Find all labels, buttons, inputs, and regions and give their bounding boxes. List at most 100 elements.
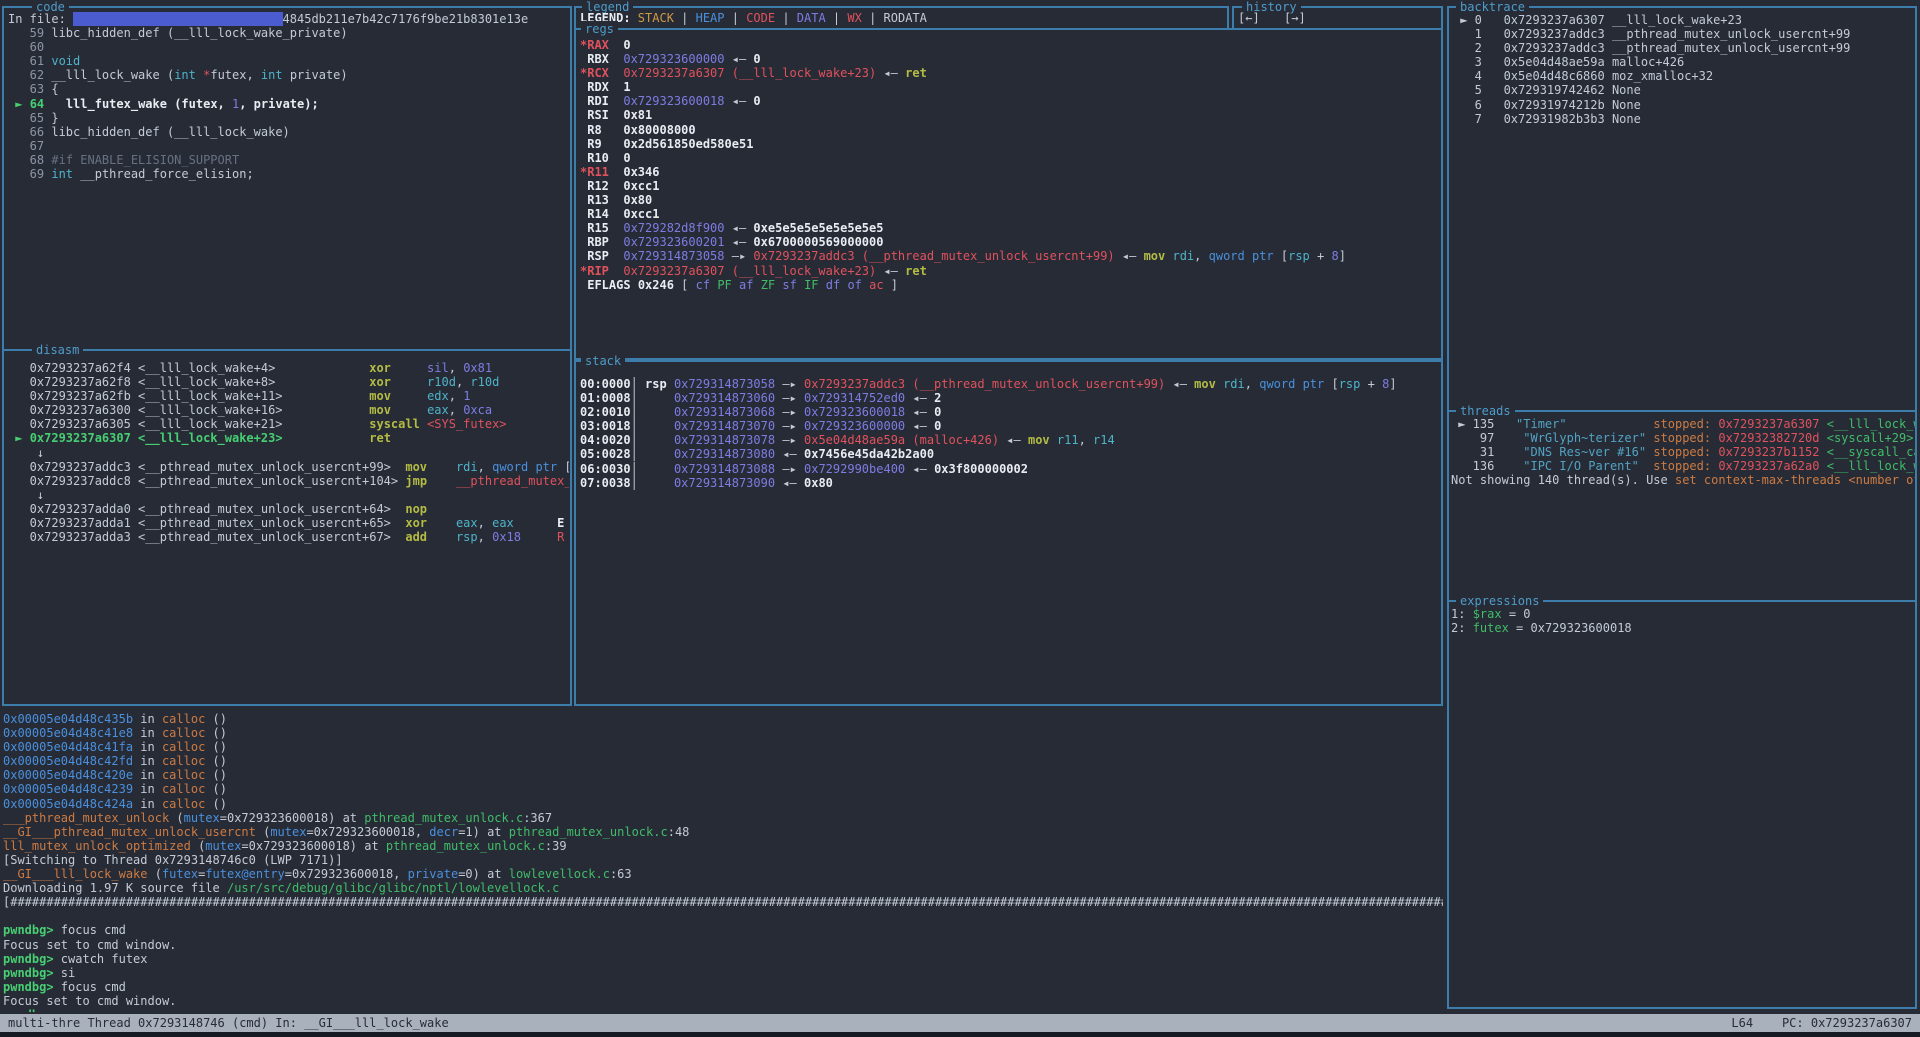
text-line: 04:0020│ 0x729314873078 —▸ 0x5e04d48ae59… <box>580 433 1439 447</box>
text-line: RSP 0x729314873058 —▸ 0x7293237addc3 (__… <box>580 249 1439 263</box>
text-line: 02:0010│ 0x729314873068 —▸ 0x72932360001… <box>580 405 1439 419</box>
text-line: 136 "IPC I/O Parent" stopped: 0x7293237a… <box>1451 459 1915 473</box>
text-line: 5 0x729319742462 None <box>1453 83 1913 97</box>
stack-view: 00:0000│ rsp 0x729314873058 —▸ 0x7293237… <box>580 377 1439 490</box>
history-back-button[interactable]: [←] <box>1238 11 1260 25</box>
text-line: 0x00005e04d48c420e in calloc () <box>3 768 1443 782</box>
disassembly-view: 0x7293237a62f4 <__lll_lock_wake+4> xor s… <box>8 361 569 544</box>
text-line: 7 0x72931982b3b3 None <box>1453 112 1913 126</box>
text-line: 1: $rax = 0 <box>1451 607 1911 621</box>
history-panel: history <box>1232 6 1443 30</box>
text-line: 0x7293237adda0 <__pthread_mutex_unlock_u… <box>8 502 569 516</box>
text-line: ___pthread_mutex_unlock (mutex=0x7293236… <box>3 811 1443 825</box>
text-line: 05:0028│ 0x729314873080 ◂— 0x7456e45da42… <box>580 447 1439 461</box>
text-line: 3 0x5e04d48ae59a malloc+426 <box>1453 55 1913 69</box>
expressions-panel: expressions <box>1447 600 1917 1009</box>
text-line: 0x00005e04d48c42fd in calloc () <box>3 754 1443 768</box>
text-line: pwndbg> focus cmd <box>3 980 1443 994</box>
text-line: RSI 0x81 <box>580 108 1439 122</box>
text-line: 0x7293237a62f8 <__lll_lock_wake+8> xor r… <box>8 375 569 389</box>
text-line: LEGEND: STACK | HEAP | CODE | DATA | WX … <box>580 11 1225 25</box>
text-line: pwndbg> focus cmd <box>3 923 1443 937</box>
text-line: *RAX 0 <box>580 38 1439 52</box>
source-code-view: In file: 4845db211e7b42c7176f9be21b8301e… <box>8 12 564 181</box>
threads-view: ► 135 "Timer" stopped: 0x7293237a6307 <_… <box>1451 417 1915 487</box>
text-line: R12 0xcc1 <box>580 179 1439 193</box>
registers-view: *RAX 0 RBX 0x729323600000 ◂— 0*RCX 0x729… <box>580 38 1439 292</box>
text-line: pwndbg> <box>3 1008 1443 1012</box>
pwndbg-debugger-window: code In file: 4845db211e7b42c7176f9be21b… <box>0 0 1920 1037</box>
text-line: ↓ <box>8 488 569 502</box>
text-line: Downloading 1.97 K source file /usr/src/… <box>3 881 1443 895</box>
text-line: R10 0 <box>580 151 1439 165</box>
text-line: 0x7293237adda1 <__pthread_mutex_unlock_u… <box>8 516 569 530</box>
status-bar: multi-thre Thread 0x7293148746 (cmd) In:… <box>0 1014 1920 1032</box>
regs-panel-title: regs <box>581 21 618 37</box>
text-line: 0x7293237a62fb <__lll_lock_wake+11> mov … <box>8 389 569 403</box>
text-line: 07:0038│ 0x729314873090 ◂— 0x80 <box>580 476 1439 490</box>
text-line: ► 0 0x7293237a6307 __lll_lock_wake+23 <box>1453 13 1913 27</box>
text-line: R8 0x80008000 <box>580 123 1439 137</box>
text-line: 01:0008│ 0x729314873060 —▸ 0x729314752ed… <box>580 391 1439 405</box>
text-line: 31 "DNS Res~ver #16" stopped: 0x7293237b… <box>1451 445 1915 459</box>
text-line: R15 0x729282d8f900 ◂— 0xe5e5e5e5e5e5e5e5 <box>580 221 1439 235</box>
history-forward-button[interactable]: [→] <box>1284 11 1306 25</box>
text-line: 4 0x5e04d48c6860 moz_xmalloc+32 <box>1453 69 1913 83</box>
text-line: 00:0000│ rsp 0x729314873058 —▸ 0x7293237… <box>580 377 1439 391</box>
text-line: lll_mutex_unlock_optimized (mutex=0x7293… <box>3 839 1443 853</box>
text-line: [#######################################… <box>3 895 1443 909</box>
text-line: __GI___pthread_mutex_unlock_usercnt (mut… <box>3 825 1443 839</box>
text-line: Focus set to cmd window. <box>3 994 1443 1008</box>
text-line: ► 0x7293237a6307 <__lll_lock_wake+23> re… <box>8 431 569 445</box>
legend-view: LEGEND: STACK | HEAP | CODE | DATA | WX … <box>580 11 1225 25</box>
text-line: Not showing 140 thread(s). Use set conte… <box>1451 473 1915 487</box>
stack-panel-title: stack <box>581 353 625 369</box>
text-line: *RCX 0x7293237a6307 (__lll_lock_wake+23)… <box>580 66 1439 80</box>
text-line: 06:0030│ 0x729314873088 —▸ 0x7292990be40… <box>580 462 1439 476</box>
text-line: ► 135 "Timer" stopped: 0x7293237a6307 <_… <box>1451 417 1915 431</box>
text-line: 67 <box>8 139 564 153</box>
text-line: 6 0x72931974212b None <box>1453 98 1913 112</box>
text-line: __GI___lll_lock_wake (futex=futex@entry=… <box>3 867 1443 881</box>
text-line: 0x7293237a62f4 <__lll_lock_wake+4> xor s… <box>8 361 569 375</box>
expressions-view: 1: $rax = 02: futex = 0x729323600018 <box>1451 607 1911 635</box>
text-line: 60 <box>8 40 564 54</box>
text-line <box>3 909 1443 923</box>
status-bar-left-text: multi-thre Thread 0x7293148746 (cmd) In:… <box>8 1016 449 1030</box>
text-line: *R11 0x346 <box>580 165 1439 179</box>
text-line: RDX 1 <box>580 80 1439 94</box>
text-line: 0x00005e04d48c424a in calloc () <box>3 797 1443 811</box>
text-line: Focus set to cmd window. <box>3 938 1443 952</box>
text-line: EFLAGS 0x246 [ cf PF af ZF sf IF df of a… <box>580 278 1439 292</box>
text-line: 0x00005e04d48c41fa in calloc () <box>3 740 1443 754</box>
text-line: 68 #if ENABLE_ELISION_SUPPORT <box>8 153 564 167</box>
text-line: 2 0x7293237addc3 __pthread_mutex_unlock_… <box>1453 41 1913 55</box>
status-bar-right-text: L64 PC: 0x7293237a6307 <box>1731 1016 1912 1030</box>
text-line: 63 { <box>8 82 564 96</box>
text-line: 0x00005e04d48c41e8 in calloc () <box>3 726 1443 740</box>
text-line: 2: futex = 0x729323600018 <box>1451 621 1911 635</box>
text-line: 65 } <box>8 111 564 125</box>
text-line: 0x00005e04d48c4239 in calloc () <box>3 782 1443 796</box>
text-line: 0x7293237addc8 <__pthread_mutex_unlock_u… <box>8 474 569 488</box>
text-line: 0x7293237addc3 <__pthread_mutex_unlock_u… <box>8 460 569 474</box>
text-line: In file: 4845db211e7b42c7176f9be21b8301e… <box>8 12 564 26</box>
text-line: 0x00005e04d48c435b in calloc () <box>3 712 1443 726</box>
bottom-strip <box>0 1032 1920 1037</box>
disasm-panel-title: disasm <box>32 342 83 358</box>
text-line: ► 64 lll_futex_wake (futex, 1, private); <box>8 97 564 111</box>
text-line: 61 void <box>8 54 564 68</box>
command-terminal[interactable]: 0x00005e04d48c435b in calloc ()0x00005e0… <box>3 712 1443 1012</box>
text-line: 0x7293237adda3 <__pthread_mutex_unlock_u… <box>8 530 569 544</box>
text-line: pwndbg> si <box>3 966 1443 980</box>
text-line: ↓ <box>8 446 569 460</box>
text-line: RDI 0x729323600018 ◂— 0 <box>580 94 1439 108</box>
backtrace-view: ► 0 0x7293237a6307 __lll_lock_wake+23 1 … <box>1453 13 1913 126</box>
text-line: RBP 0x729323600201 ◂— 0x6700000569000000 <box>580 235 1439 249</box>
text-line: R9 0x2d561850ed580e51 <box>580 137 1439 151</box>
text-line: 0x7293237a6305 <__lll_lock_wake+21> sysc… <box>8 417 569 431</box>
text-line: 97 "WrGlyph~terizer" stopped: 0x72932382… <box>1451 431 1915 445</box>
text-line: pwndbg> cwatch futex <box>3 952 1443 966</box>
text-line: *RIP 0x7293237a6307 (__lll_lock_wake+23)… <box>580 264 1439 278</box>
text-line: 1 0x7293237addc3 __pthread_mutex_unlock_… <box>1453 27 1913 41</box>
